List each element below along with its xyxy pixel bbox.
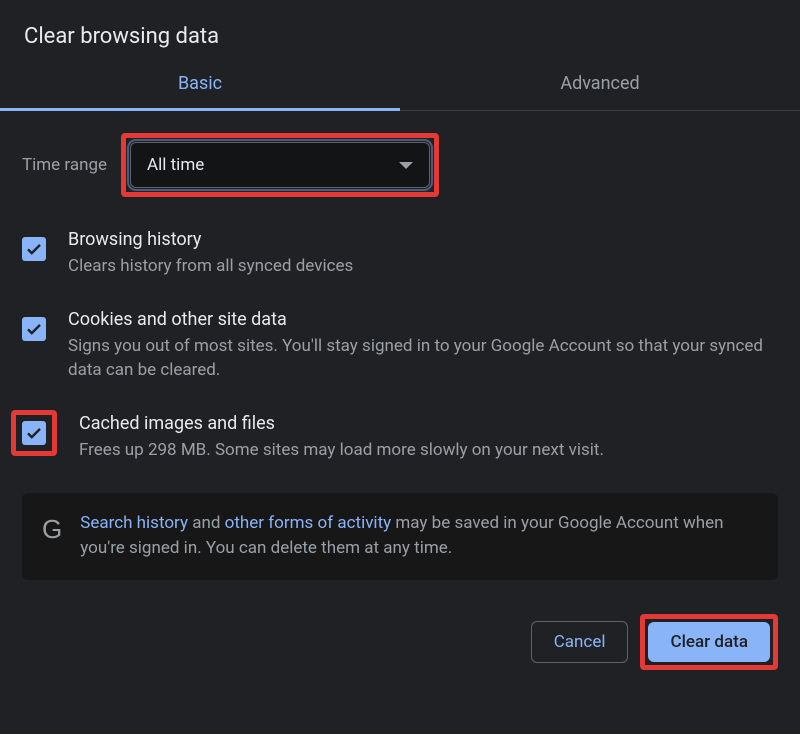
row-desc: Signs you out of most sites. You'll stay… bbox=[68, 334, 778, 383]
cancel-button[interactable]: Cancel bbox=[531, 621, 629, 663]
row-cached: Cached images and files Frees up 298 MB.… bbox=[22, 413, 778, 463]
checkbox-cookies[interactable] bbox=[22, 317, 46, 341]
time-range-select[interactable]: All time bbox=[130, 142, 430, 188]
row-title: Browsing history bbox=[68, 229, 778, 250]
time-range-value: All time bbox=[147, 155, 204, 175]
dialog-content: Time range All time Browsing history Cle… bbox=[0, 111, 800, 580]
time-range-label: Time range bbox=[22, 155, 107, 175]
dialog-footer: Cancel Clear data bbox=[0, 580, 800, 692]
clear-browsing-data-dialog: Clear browsing data Basic Advanced Time … bbox=[0, 0, 800, 734]
tab-basic[interactable]: Basic bbox=[0, 57, 400, 110]
checkbox-browsing-history[interactable] bbox=[22, 237, 46, 261]
row-title: Cached images and files bbox=[79, 413, 778, 434]
check-icon bbox=[25, 424, 43, 442]
check-icon bbox=[25, 320, 43, 338]
google-account-info: G Search history and other forms of acti… bbox=[22, 493, 778, 580]
checkbox-cached[interactable] bbox=[22, 421, 46, 445]
caret-down-icon bbox=[399, 162, 413, 169]
highlight-clear-button: Clear data bbox=[640, 614, 778, 670]
dialog-title: Clear browsing data bbox=[0, 10, 800, 57]
time-range-row: Time range All time bbox=[22, 133, 778, 197]
info-text: Search history and other forms of activi… bbox=[80, 511, 758, 562]
link-other-activity[interactable]: other forms of activity bbox=[225, 513, 392, 533]
row-browsing-history: Browsing history Clears history from all… bbox=[22, 229, 778, 279]
row-desc: Frees up 298 MB. Some sites may load mor… bbox=[79, 438, 778, 463]
check-icon bbox=[25, 240, 43, 258]
clear-data-button[interactable]: Clear data bbox=[648, 622, 770, 662]
tabs: Basic Advanced bbox=[0, 57, 800, 111]
link-search-history[interactable]: Search history bbox=[80, 513, 188, 533]
tab-advanced[interactable]: Advanced bbox=[400, 57, 800, 110]
highlight-time-range: All time bbox=[121, 133, 439, 197]
row-desc: Clears history from all synced devices bbox=[68, 254, 778, 279]
row-title: Cookies and other site data bbox=[68, 309, 778, 330]
google-icon: G bbox=[42, 511, 62, 547]
highlight-checkbox-cached bbox=[11, 410, 57, 456]
row-cookies: Cookies and other site data Signs you ou… bbox=[22, 309, 778, 383]
